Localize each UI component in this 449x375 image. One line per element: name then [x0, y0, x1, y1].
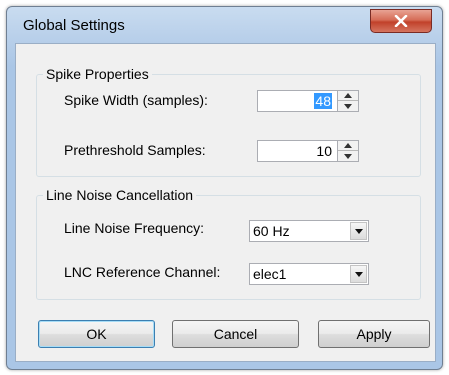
spike-width-field[interactable]: 48 — [257, 90, 359, 112]
spin-down-button[interactable] — [338, 151, 358, 161]
chevron-down-icon — [344, 103, 352, 109]
lnc-reference-value: elec1 — [253, 266, 287, 282]
spike-properties-legend: Spike Properties — [43, 66, 152, 82]
cancel-button[interactable]: Cancel — [172, 320, 299, 348]
dialog-window: Global Settings Spike Properties Spike W… — [6, 6, 443, 370]
prethreshold-label: Prethreshold Samples: — [64, 142, 206, 158]
line-noise-frequency-select[interactable]: 60 Hz — [249, 220, 369, 242]
line-noise-legend: Line Noise Cancellation — [43, 187, 197, 203]
lnc-reference-select[interactable]: elec1 — [249, 263, 369, 285]
chevron-down-icon — [344, 153, 352, 159]
chevron-down-icon — [354, 271, 363, 277]
spike-width-value: 48 — [314, 93, 332, 109]
window-title: Global Settings — [23, 17, 125, 34]
chevron-up-icon — [344, 93, 352, 98]
spin-up-button[interactable] — [338, 91, 358, 101]
close-button[interactable] — [370, 9, 432, 33]
dialog-client-area: Spike Properties Spike Width (samples): … — [15, 43, 436, 362]
spin-down-button[interactable] — [338, 101, 358, 111]
lnc-reference-label: LNC Reference Channel: — [64, 264, 221, 280]
dropdown-button[interactable] — [350, 222, 367, 240]
dropdown-button[interactable] — [350, 265, 367, 283]
prethreshold-value: 10 — [316, 143, 332, 159]
spike-width-label: Spike Width (samples): — [64, 92, 208, 108]
prethreshold-field[interactable]: 10 — [257, 140, 359, 162]
line-noise-frequency-value: 60 Hz — [253, 223, 290, 239]
ok-button[interactable]: OK — [38, 320, 155, 348]
prethreshold-spinner[interactable] — [337, 141, 358, 161]
close-icon — [394, 15, 408, 27]
line-noise-frequency-label: Line Noise Frequency: — [64, 220, 205, 236]
spike-width-spinner[interactable] — [337, 91, 358, 111]
chevron-down-icon — [354, 228, 363, 234]
spike-properties-group: Spike Properties — [36, 66, 421, 177]
apply-button[interactable]: Apply — [318, 320, 430, 348]
spin-up-button[interactable] — [338, 141, 358, 151]
chevron-up-icon — [344, 143, 352, 148]
